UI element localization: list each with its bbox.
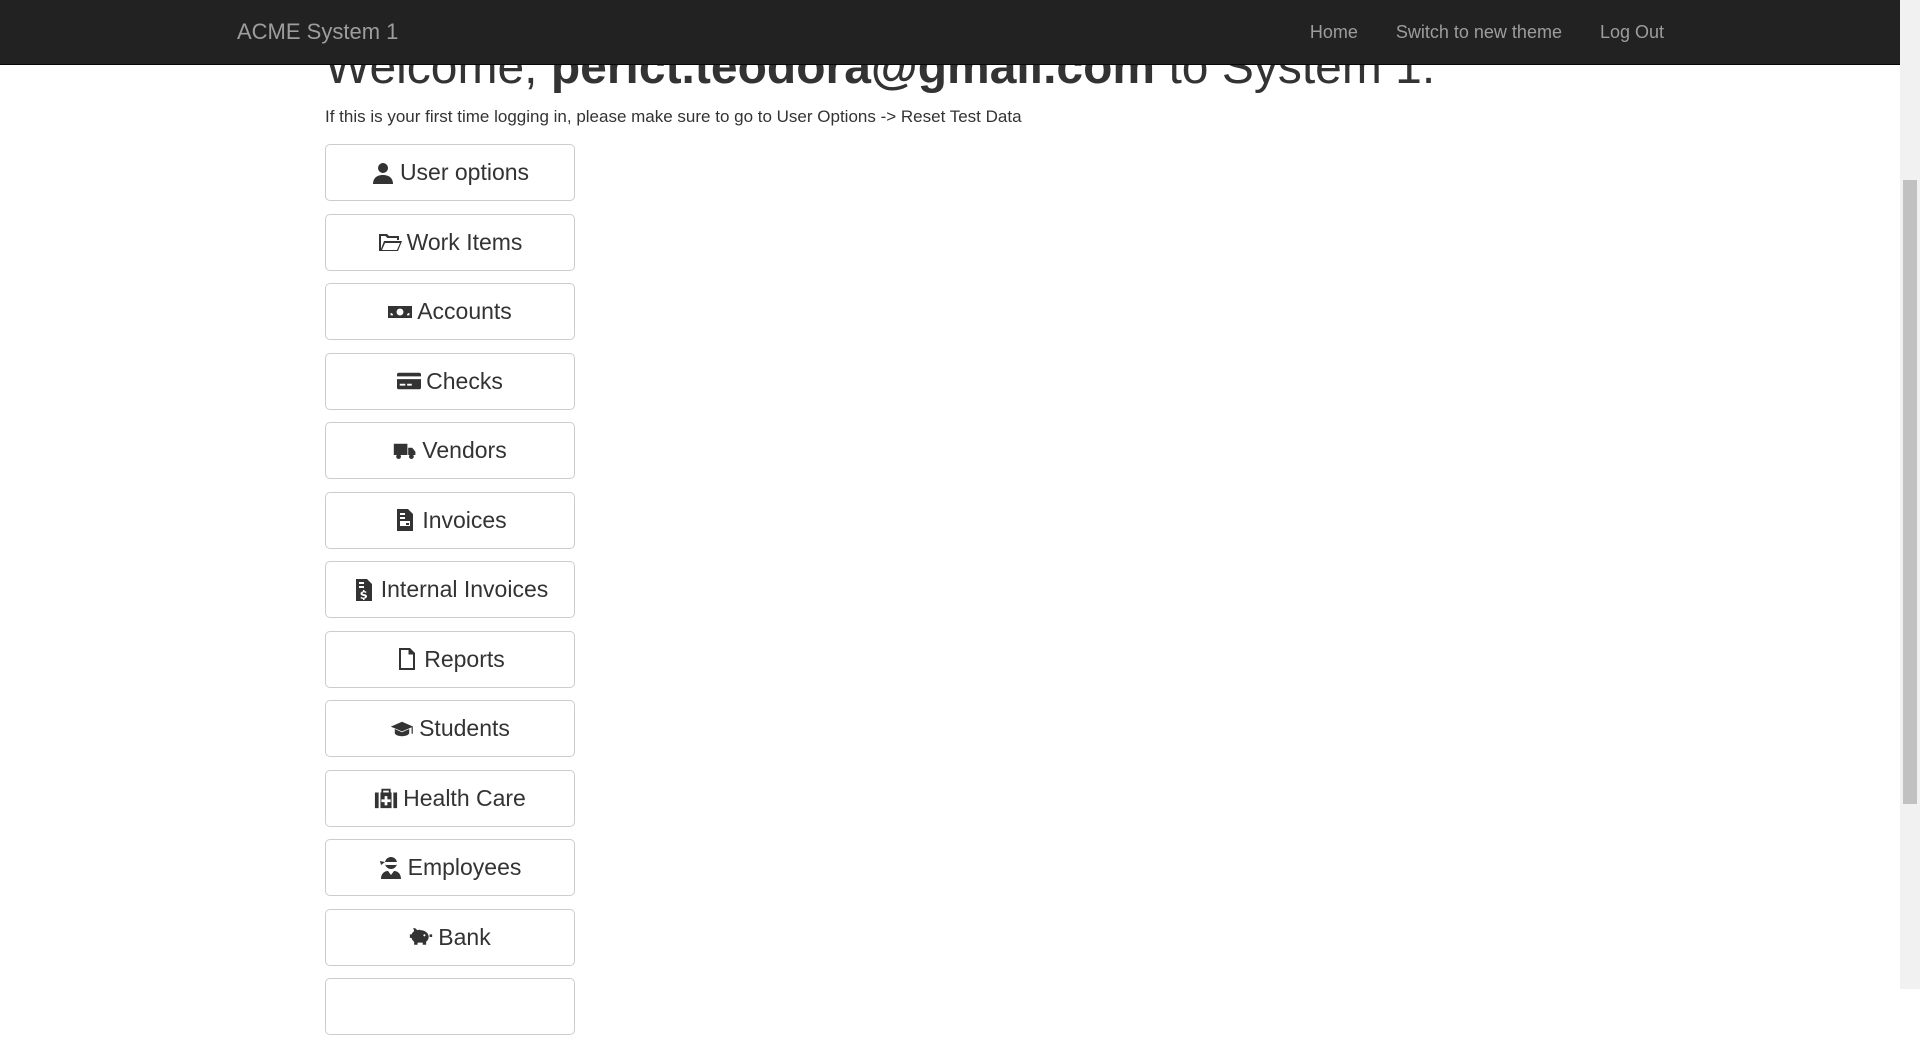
scrollbar-thumb[interactable] <box>1903 180 1917 804</box>
money-bill-icon <box>388 305 413 318</box>
menu-label: Bank <box>438 923 491 950</box>
nav-logout-link[interactable]: Log Out <box>1600 22 1664 43</box>
page-scrollbar[interactable] <box>1900 0 1920 989</box>
internal-invoices-button[interactable]: Internal Invoices <box>325 561 575 618</box>
main-menu: User options Work Items Accounts Checks … <box>325 144 575 1048</box>
menu-label: User options <box>399 159 530 185</box>
menu-label: Checks <box>426 367 503 394</box>
file-invoice-icon <box>397 509 414 531</box>
folder-open-icon <box>378 234 402 251</box>
medkit-icon <box>375 788 398 809</box>
menu-label: Reports <box>424 645 505 672</box>
file-icon <box>399 648 416 670</box>
checks-button[interactable]: Checks <box>325 352 575 410</box>
brand-title[interactable]: ACME System 1 <box>237 19 398 45</box>
next-menu-button-partial[interactable] <box>325 978 575 1035</box>
bank-button[interactable]: Bank <box>325 908 575 966</box>
invoices-button[interactable]: Invoices <box>325 491 575 549</box>
credit-card-icon <box>397 372 422 390</box>
user-icon <box>372 162 393 184</box>
menu-label: Employees <box>407 854 522 880</box>
accounts-button[interactable]: Accounts <box>325 283 575 340</box>
nav-switch-theme-link[interactable]: Switch to new theme <box>1396 22 1562 43</box>
students-button[interactable]: Students <box>325 700 575 757</box>
reports-button[interactable]: Reports <box>325 630 575 688</box>
vendors-button[interactable]: Vendors <box>325 422 575 479</box>
truck-icon <box>394 443 416 459</box>
first-login-notice: If this is your first time logging in, p… <box>325 107 1022 126</box>
menu-label: Invoices <box>422 506 507 533</box>
piggy-bank-icon <box>410 928 433 945</box>
nav-links: Home Switch to new theme Log Out <box>1272 0 1664 64</box>
menu-label: Accounts <box>417 298 512 324</box>
work-items-button[interactable]: Work Items <box>325 213 575 271</box>
menu-label: Students <box>419 715 510 741</box>
menu-label: Work Items <box>406 228 523 255</box>
user-ninja-icon <box>379 856 401 879</box>
user-options-button[interactable]: User options <box>325 144 575 201</box>
menu-label: Internal Invoices <box>380 576 549 602</box>
health-care-button[interactable]: Health Care <box>325 769 575 827</box>
graduation-cap-icon <box>390 721 414 736</box>
file-invoice-dollar-icon <box>355 578 372 601</box>
top-navbar: ACME System 1 Home Switch to new theme L… <box>0 0 1900 65</box>
employees-button[interactable]: Employees <box>325 839 575 896</box>
menu-label: Vendors <box>422 437 507 463</box>
menu-label: Health Care <box>403 784 526 811</box>
nav-home-link[interactable]: Home <box>1310 22 1358 43</box>
